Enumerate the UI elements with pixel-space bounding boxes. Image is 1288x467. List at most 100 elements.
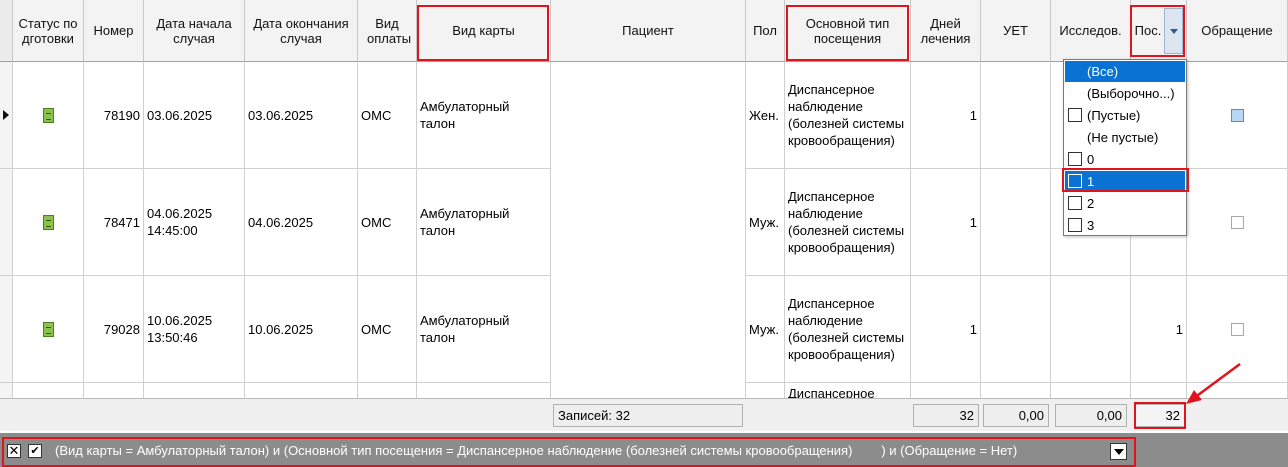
col-header-status[interactable]: Статус подготовки (13, 0, 84, 62)
appeal-checkbox[interactable] (1230, 108, 1244, 122)
col-header-number[interactable]: Номер (84, 0, 144, 62)
cell-appeal[interactable] (1187, 62, 1288, 169)
days-total: 32 (913, 404, 979, 427)
col-header-pos-label: Пос. (1134, 23, 1162, 38)
cell-number: 78471 (84, 169, 144, 276)
filter-option-checkbox[interactable] (1068, 152, 1082, 166)
filter-history-dropdown[interactable] (1110, 443, 1127, 460)
cell-days (911, 383, 981, 398)
cell-pos: 1 (1131, 276, 1187, 383)
filter-option[interactable]: (Выборочно...) (1065, 83, 1185, 104)
cell-sex: Муж. (746, 276, 785, 383)
document-status-icon (42, 321, 54, 337)
filter-option[interactable]: (Все) (1065, 61, 1185, 82)
cell-number: 79028 (84, 276, 144, 383)
col-header-end-date[interactable]: Дата окончания случая (245, 0, 358, 62)
cell-text: 10.06.2025 13:50:46 (147, 313, 213, 345)
cases-grid[interactable]: Статус подготовки Номер Дата начала случ… (0, 0, 1288, 398)
cell-patient (551, 383, 746, 398)
cell-indicator (0, 169, 13, 276)
cell-card_type: Амбулаторный талон (417, 276, 551, 383)
col-header-patient[interactable]: Пациент (551, 0, 746, 62)
cell-sex: Муж. (746, 169, 785, 276)
cell-status (13, 383, 84, 398)
chevron-down-icon (1169, 28, 1178, 34)
table-row[interactable]: Диспансерное (0, 383, 1288, 398)
cell-text: 04.06.2025 (248, 214, 314, 230)
filter-option-label: 2 (1087, 196, 1095, 211)
cell-text: Диспансерное наблюдение (болезней систем… (788, 296, 905, 362)
col-header-patient-label: Пациент (622, 23, 674, 38)
active-filter-bar: ✕ ✔ (Вид карты = Амбулаторный талон) и (… (0, 433, 1288, 467)
chevron-down-icon (1113, 448, 1124, 455)
filter-option[interactable]: 3 (1065, 215, 1185, 236)
col-header-visit-type[interactable]: Основной тип посещения (785, 0, 911, 62)
filter-option[interactable]: 1 (1065, 171, 1185, 192)
filter-option-checkbox[interactable] (1068, 196, 1082, 210)
cell-number: 78190 (84, 62, 144, 169)
annotation-arrow-icon (1186, 362, 1241, 404)
col-header-payment-label: Вид оплаты (367, 15, 412, 46)
col-header-start-date[interactable]: Дата начала случая (144, 0, 245, 62)
appeal-checkbox[interactable] (1230, 215, 1244, 229)
cell-text: 03.06.2025 (147, 107, 213, 123)
col-header-appeal[interactable]: Обращение (1187, 0, 1288, 62)
pos-total: 32 (1135, 404, 1185, 427)
cell-end_date: 10.06.2025 (245, 276, 358, 383)
col-header-payment[interactable]: Вид оплаты (358, 0, 417, 62)
filter-option[interactable]: 0 (1065, 149, 1185, 170)
cell-text: ОМС (361, 107, 392, 123)
cell-text: Диспансерное наблюдение (болезней систем… (788, 189, 905, 255)
filter-option-checkbox[interactable] (1068, 108, 1082, 122)
pos-filter-dropdown[interactable]: (Все) (Выборочно...) (Пустые) (Не пустые) 0 1… (1063, 59, 1187, 236)
cell-visit_type: Диспансерное (785, 383, 911, 398)
clear-filter-button[interactable]: ✕ (7, 444, 21, 458)
col-header-sex[interactable]: Пол (746, 0, 785, 62)
cell-text: 03.06.2025 (248, 107, 314, 123)
col-header-end-date-label: Дата окончания случая (253, 15, 349, 46)
filter-option-label: (Выборочно...) (1087, 86, 1175, 101)
filter-option-label: 0 (1087, 152, 1095, 167)
filter-option-checkbox[interactable] (1068, 174, 1082, 188)
pos-filter-button[interactable] (1164, 8, 1183, 54)
checkmark-icon: ✔ (30, 445, 40, 457)
col-header-uet-label: УЕТ (1003, 23, 1028, 38)
appeal-checkbox[interactable] (1230, 322, 1244, 336)
cell-text: Амбулаторный талон (420, 313, 510, 345)
filter-option[interactable]: (Пустые) (1065, 105, 1185, 126)
cell-text: Диспансерное наблюдение (болезней систем… (788, 82, 905, 148)
cell-text: Амбулаторный талон (420, 206, 510, 238)
cell-sex: Жен. (746, 62, 785, 169)
document-status-icon (42, 214, 54, 230)
cell-start_date (144, 383, 245, 398)
uet-total: 0,00 (983, 404, 1049, 427)
cell-end_date (245, 383, 358, 398)
cell-card_type: Амбулаторный талон (417, 62, 551, 169)
cell-text: 1 (969, 321, 977, 337)
col-header-card-type-label: Вид карты (452, 23, 515, 38)
enable-filter-checkbox[interactable]: ✔ (28, 444, 42, 458)
cell-text: ОМС (361, 214, 392, 230)
filter-expression: (Вид карты = Амбулаторный талон) и (Осно… (55, 443, 1018, 458)
col-header-research[interactable]: Исследов. (1051, 0, 1131, 62)
cell-research (1051, 383, 1131, 398)
col-header-uet[interactable]: УЕТ (981, 0, 1051, 62)
cell-text: Муж. (749, 321, 779, 337)
cell-start_date: 04.06.2025 14:45:00 (144, 169, 245, 276)
filter-option[interactable]: 2 (1065, 193, 1185, 214)
col-header-card-type[interactable]: Вид карты (417, 0, 551, 62)
cell-card_type: Амбулаторный талон (417, 169, 551, 276)
cell-research (1051, 276, 1131, 383)
filter-option-checkbox[interactable] (1068, 218, 1082, 232)
current-row-arrow-icon (3, 110, 9, 120)
cell-text: 1 (969, 107, 977, 123)
filter-option-label: (Все) (1087, 64, 1119, 79)
cell-number (84, 383, 144, 398)
col-header-days[interactable]: Дней лечения (911, 0, 981, 62)
table-row[interactable]: 79028 10.06.2025 13:50:46 10.06.2025 ОМС Амб… (0, 276, 1288, 383)
col-header-sex-label: Пол (753, 23, 777, 38)
cell-end_date: 04.06.2025 (245, 169, 358, 276)
cell-text: Амбулаторный талон (420, 99, 510, 131)
filter-option[interactable]: (Не пустые) (1065, 127, 1185, 148)
cell-appeal[interactable] (1187, 169, 1288, 276)
